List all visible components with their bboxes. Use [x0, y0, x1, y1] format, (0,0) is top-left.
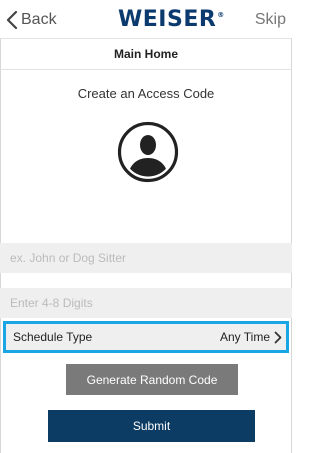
person-silhouette-icon[interactable] — [117, 121, 179, 183]
skip-button[interactable]: Skip — [255, 11, 286, 29]
page-title: Create an Access Code — [77, 86, 215, 101]
location-title: Main Home — [0, 38, 292, 70]
back-label: Back — [21, 11, 57, 28]
chevron-right-icon — [274, 331, 282, 343]
generate-random-code-button[interactable]: Generate Random Code — [66, 364, 238, 395]
schedule-type-row[interactable]: Schedule Type Any Time — [3, 321, 289, 353]
navigation-bar: Back WEISER® Skip — [0, 0, 292, 38]
submit-button[interactable]: Submit — [48, 410, 255, 442]
name-input[interactable] — [0, 243, 292, 273]
schedule-type-value-group: Any Time — [220, 330, 282, 344]
chevron-left-icon — [6, 11, 18, 29]
brand-logo: WEISER® — [118, 7, 225, 32]
schedule-type-value: Any Time — [219, 330, 270, 344]
brand-name: WEISER — [118, 7, 217, 32]
code-input[interactable] — [0, 288, 292, 318]
schedule-type-label: Schedule Type — [13, 330, 93, 344]
back-button[interactable]: Back — [6, 10, 57, 30]
registered-mark: ® — [217, 11, 225, 19]
